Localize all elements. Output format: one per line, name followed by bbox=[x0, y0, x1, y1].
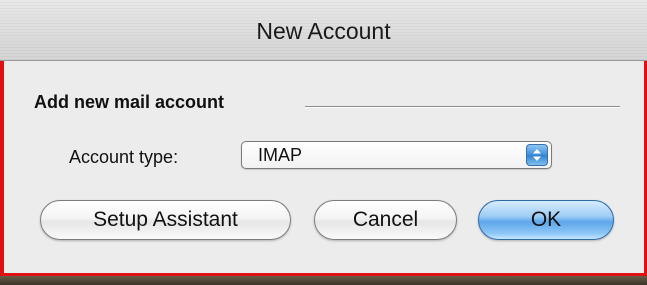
account-type-value: IMAP bbox=[258, 145, 303, 165]
account-type-label: Account type: bbox=[69, 147, 179, 167]
account-type-select[interactable]: IMAP bbox=[241, 141, 552, 169]
title-bar[interactable]: New Account bbox=[0, 0, 647, 61]
ok-button[interactable]: OK bbox=[478, 200, 614, 240]
up-down-arrows-icon bbox=[526, 144, 548, 166]
section-separator bbox=[305, 106, 620, 108]
setup-assistant-button[interactable]: Setup Assistant bbox=[40, 200, 291, 240]
window-title: New Account bbox=[256, 18, 391, 44]
section-header: Add new mail account bbox=[34, 92, 225, 112]
cancel-button[interactable]: Cancel bbox=[314, 200, 457, 240]
background-strip bbox=[0, 276, 647, 285]
new-account-dialog: New Account Add new mail account Account… bbox=[0, 0, 647, 285]
